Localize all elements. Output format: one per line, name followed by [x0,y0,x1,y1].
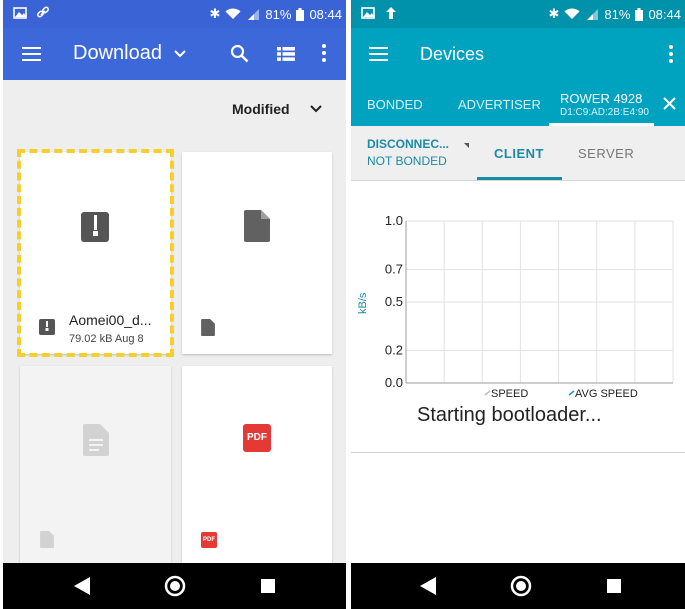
close-icon[interactable] [663,97,676,110]
navigation-bar [3,563,346,609]
battery-icon [635,7,644,21]
tab-rower-device[interactable]: ROWER 4928 D1:C9:AD:2B:E4:90 [549,82,685,126]
dropdown-arrow-icon[interactable] [464,143,469,148]
device-tab-bar: BONDED ADVERTISER ROWER 4928 D1:C9:AD:2B… [351,82,685,126]
client-tab-indicator [477,177,562,180]
y-tick-label: 0.2 [385,343,403,358]
bluetooth-icon: ✱ [548,6,560,21]
file-icon [244,210,270,242]
back-icon[interactable] [74,577,90,595]
legend-label: SPEED [491,388,528,400]
search-icon[interactable] [230,44,249,63]
clock: 08:44 [309,6,342,22]
selection-highlight [17,149,174,357]
tab-advertiser[interactable]: ADVERTISER [458,97,541,112]
recents-icon[interactable] [261,579,275,593]
legend-label: AVG SPEED [575,388,638,400]
upload-notification-icon [386,7,396,19]
page-title[interactable]: Download [73,42,162,65]
document-type-icon [40,531,54,548]
tab-rower-address: D1:C9:AD:2B:E4:90 [560,107,649,118]
tab-rower-label: ROWER 4928 [560,91,643,106]
file-card[interactable] [20,366,171,565]
left-phone-screen: ✱ 81% 08:44 Download Modified Aomei00_d.… [3,0,346,609]
y-axis-label: kB/s [357,292,369,314]
document-icon [83,424,109,456]
bluetooth-icon: ✱ [209,6,221,21]
wifi-icon [564,8,580,19]
battery-percent: 81% [265,6,292,22]
status-bar: ✱ 81% 08:44 [3,0,346,28]
navigation-bar [351,563,685,609]
y-tick-label: 0.5 [385,294,403,309]
file-card[interactable] [182,152,332,354]
y-tick-label: 1.0 [385,213,403,228]
sort-label[interactable]: Modified [232,101,290,117]
image-notification-icon [361,7,375,19]
legend-swatch [484,390,491,396]
clock: 08:44 [648,6,681,22]
home-icon[interactable] [510,575,532,597]
connection-status[interactable]: DISCONNEC... [367,137,449,151]
tab-bonded[interactable]: BONDED [367,97,423,112]
signal-icon [587,9,599,20]
y-tick-label: 0.7 [385,262,403,277]
app-bar: Devices [351,28,685,82]
menu-icon[interactable] [22,46,41,62]
status-bar: ✱ 81% 08:44 [351,0,685,28]
list-view-icon[interactable] [277,47,295,61]
legend-swatch [568,390,575,396]
wifi-icon [225,8,241,19]
page-title: Devices [420,44,485,64]
y-tick-label: 0.0 [385,375,403,390]
tab-server[interactable]: SERVER [578,146,634,161]
bootloader-message: Starting bootloader... [417,404,602,426]
file-type-icon [201,319,215,336]
link-notification-icon [37,6,49,18]
recents-icon[interactable] [607,579,621,593]
more-options-icon[interactable] [669,45,673,63]
pdf-type-icon: PDF [201,532,217,548]
pdf-file-icon: PDF [243,424,271,452]
signal-icon [248,9,260,20]
battery-icon [296,7,305,21]
sort-chevron-down-icon[interactable] [310,105,322,113]
tab-client[interactable]: CLIENT [494,146,544,161]
app-bar: Download [3,28,346,80]
bond-status: NOT BONDED [367,154,447,168]
chevron-down-icon[interactable] [174,50,186,58]
speed-chart: 1.0 0.7 0.5 0.2 0.0 kB/s SPEED AVG SPEED [357,213,674,400]
back-icon[interactable] [420,577,436,595]
menu-icon[interactable] [369,46,388,62]
content-divider [351,452,685,453]
right-phone-screen: ✱ 81% 08:44 Devices BONDED ADVERTISER RO… [351,0,685,609]
more-options-icon[interactable] [322,44,326,62]
battery-percent: 81% [604,6,631,22]
file-card[interactable]: PDF PDF [182,366,332,565]
sort-bar: Modified [3,80,346,136]
connection-tab-bar: DISCONNEC... NOT BONDED CLIENT SERVER [351,126,685,181]
image-notification-icon [13,7,27,19]
home-icon[interactable] [164,575,186,597]
